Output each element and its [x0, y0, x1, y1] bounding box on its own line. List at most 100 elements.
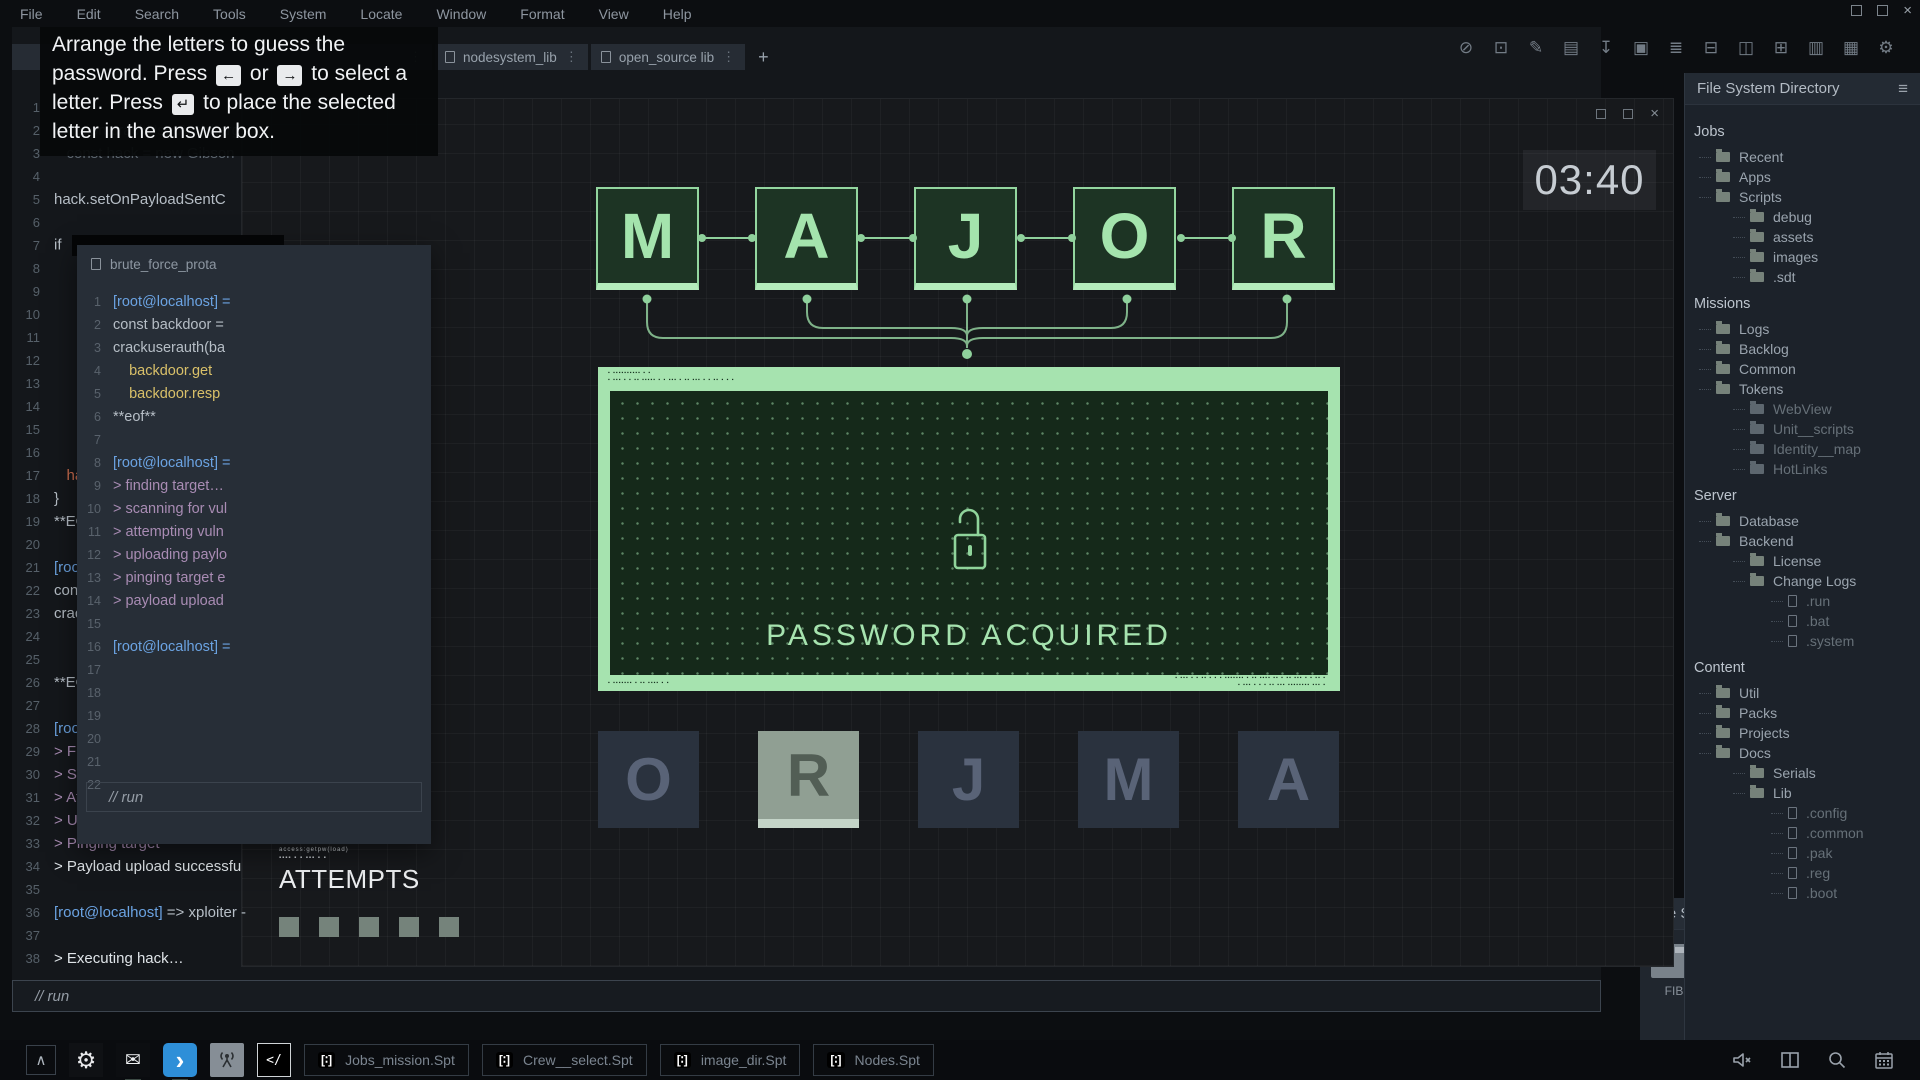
frame-icon[interactable]: ⊡: [1491, 38, 1511, 58]
blocks-icon[interactable]: ▦: [1841, 38, 1861, 58]
tree-item[interactable]: HotLinks: [1685, 459, 1920, 479]
tab-menu-icon[interactable]: ⋮: [565, 49, 578, 65]
tree-item[interactable]: Database: [1685, 511, 1920, 531]
antenna-icon[interactable]: [210, 1043, 244, 1077]
file-icon[interactable]: ▤: [1561, 38, 1581, 58]
tree-item[interactable]: .reg: [1685, 863, 1920, 883]
menu-item[interactable]: Window: [436, 6, 486, 22]
terminal-line: 19: [77, 704, 431, 727]
close-icon[interactable]: ×: [1903, 5, 1912, 16]
download-icon[interactable]: ↧: [1596, 38, 1616, 58]
editor-tab[interactable]: nodesystem_lib ⋮: [435, 44, 588, 70]
tree-item[interactable]: Unit__scripts: [1685, 419, 1920, 439]
image-icon[interactable]: ▣: [1631, 38, 1651, 58]
panel-grid-icon[interactable]: ⊞: [1771, 38, 1791, 58]
search-icon[interactable]: [1827, 1050, 1847, 1070]
line-number: 7: [77, 433, 101, 447]
tree-item[interactable]: Apps: [1685, 167, 1920, 187]
minimize-icon[interactable]: [1851, 5, 1862, 16]
editor-tab[interactable]: open_source lib ⋮: [591, 44, 745, 70]
run-command-bar[interactable]: // run: [12, 980, 1601, 1012]
tree-guide: [1733, 429, 1745, 430]
split-view-icon[interactable]: [1780, 1051, 1800, 1069]
taskbar-task-button[interactable]: [∶] Crew__select.Spt: [482, 1044, 647, 1076]
ban-icon[interactable]: ⊘: [1456, 38, 1476, 58]
pool-letter-tile[interactable]: R: [758, 731, 859, 828]
tree-item[interactable]: images: [1685, 247, 1920, 267]
menu-item[interactable]: View: [599, 6, 629, 22]
code-terminal-icon[interactable]: </: [257, 1043, 291, 1077]
panel-split-icon[interactable]: ◫: [1736, 38, 1756, 58]
pool-letter-tile[interactable]: A: [1238, 731, 1339, 828]
rows-icon[interactable]: ▥: [1806, 38, 1826, 58]
edit-icon[interactable]: ✎: [1526, 38, 1546, 58]
tree-item[interactable]: Server: [1685, 486, 1920, 506]
tree-item[interactable]: Packs: [1685, 703, 1920, 723]
menu-item[interactable]: Tools: [213, 6, 246, 22]
menu-item[interactable]: Help: [663, 6, 692, 22]
tree-item[interactable]: .boot: [1685, 883, 1920, 903]
tree-item[interactable]: Common: [1685, 359, 1920, 379]
tree-item[interactable]: Identity__map: [1685, 439, 1920, 459]
tree-item-icon: [1716, 688, 1730, 698]
tree-item[interactable]: .system: [1685, 631, 1920, 651]
tree-item[interactable]: Content: [1685, 658, 1920, 678]
volume-muted-icon[interactable]: [1731, 1050, 1753, 1070]
restore-icon[interactable]: [1596, 109, 1606, 119]
tree-item[interactable]: Change Logs: [1685, 571, 1920, 591]
tree-item[interactable]: .config: [1685, 803, 1920, 823]
terminal-line: 9 > finding target…: [77, 474, 431, 497]
maximize-icon[interactable]: [1623, 109, 1633, 119]
tree-item[interactable]: Recent: [1685, 147, 1920, 167]
tree-item[interactable]: Logs: [1685, 319, 1920, 339]
menu-item[interactable]: Format: [520, 6, 564, 22]
tree-item[interactable]: Tokens: [1685, 379, 1920, 399]
calendar-icon[interactable]: [1874, 1050, 1894, 1070]
tree-item[interactable]: Util: [1685, 683, 1920, 703]
panel-bottom-icon[interactable]: ⊟: [1701, 38, 1721, 58]
menu-item[interactable]: Edit: [77, 6, 101, 22]
mail-icon[interactable]: ✉: [116, 1043, 150, 1077]
chevron-up-icon[interactable]: ∧: [26, 1045, 56, 1075]
tree-item[interactable]: Serials: [1685, 763, 1920, 783]
tree-item[interactable]: .bat: [1685, 611, 1920, 631]
settings-gear-icon[interactable]: ⚙: [69, 1043, 103, 1077]
maximize-icon[interactable]: [1877, 5, 1888, 16]
taskbar-task-button[interactable]: [∶] Jobs_mission.Spt: [304, 1044, 469, 1076]
launcher-chevron-icon[interactable]: ›: [163, 1043, 197, 1077]
pool-letter-tile[interactable]: M: [1078, 731, 1179, 828]
tree-item[interactable]: License: [1685, 551, 1920, 571]
tree-item[interactable]: Lib: [1685, 783, 1920, 803]
menu-item[interactable]: File: [20, 6, 43, 22]
tree-item[interactable]: .pak: [1685, 843, 1920, 863]
new-tab-button[interactable]: +: [748, 44, 779, 70]
close-icon[interactable]: ×: [1650, 105, 1659, 122]
taskbar-task-button[interactable]: [∶] Nodes.Spt: [813, 1044, 934, 1076]
tree-item[interactable]: Backlog: [1685, 339, 1920, 359]
pool-letter-tile[interactable]: O: [598, 731, 699, 828]
pool-letter-tile[interactable]: J: [918, 731, 1019, 828]
line-number: 10: [77, 502, 101, 516]
menu-item[interactable]: Search: [135, 6, 179, 22]
menu-item[interactable]: System: [280, 6, 327, 22]
tree-item[interactable]: debug: [1685, 207, 1920, 227]
settings-icon[interactable]: ⚙: [1876, 38, 1896, 58]
tree-item[interactable]: .run: [1685, 591, 1920, 611]
menu-item[interactable]: Locate: [360, 6, 402, 22]
tree-item[interactable]: assets: [1685, 227, 1920, 247]
taskbar-task-button[interactable]: [∶] image_dir.Spt: [660, 1044, 801, 1076]
hamburger-icon[interactable]: ≡: [1898, 79, 1908, 99]
tree-item[interactable]: Jobs: [1685, 122, 1920, 142]
tree-item[interactable]: Scripts: [1685, 187, 1920, 207]
tree-item[interactable]: WebView: [1685, 399, 1920, 419]
tree-item[interactable]: Projects: [1685, 723, 1920, 743]
tree-item[interactable]: .common: [1685, 823, 1920, 843]
layers-icon[interactable]: ≣: [1666, 38, 1686, 58]
popup-run-bar[interactable]: // run: [86, 782, 422, 812]
tree-item[interactable]: Backend: [1685, 531, 1920, 551]
tree-item[interactable]: Missions: [1685, 294, 1920, 314]
tree-item[interactable]: .sdt: [1685, 267, 1920, 287]
line-number: 15: [77, 617, 101, 631]
tab-menu-icon[interactable]: ⋮: [722, 49, 735, 65]
tree-item[interactable]: Docs: [1685, 743, 1920, 763]
